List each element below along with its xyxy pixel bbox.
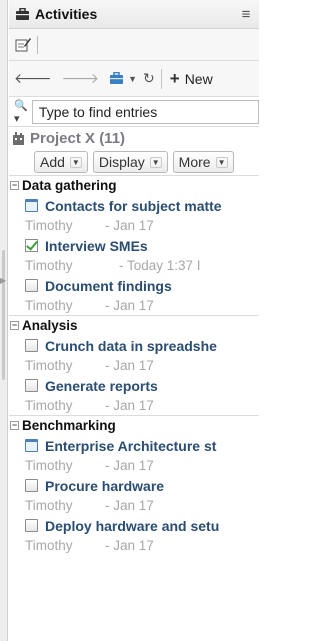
list-item[interactable]: Procure hardware Timothy - Jan 17 xyxy=(9,475,259,515)
search-options-icon[interactable]: 🔍▾ xyxy=(14,99,32,125)
entry-title[interactable]: Document findings xyxy=(45,278,172,294)
panel-resize-handle[interactable]: ▶ xyxy=(0,0,8,641)
list-item[interactable]: Interview SMEs Timothy - Today 1:37 I xyxy=(9,235,259,275)
entry-date: - Jan 17 xyxy=(105,218,154,233)
new-button-label: New xyxy=(184,70,213,87)
panel-title-bar: Activities ≡ xyxy=(9,0,259,29)
checkbox-icon[interactable] xyxy=(25,479,38,492)
list-item[interactable]: Generate reports Timothy - Jan 17 xyxy=(9,375,259,415)
entry-owner: Timothy xyxy=(25,358,73,373)
navigation-toolbar: 🡐 🡒 ▼ ↻ + New xyxy=(9,61,259,97)
completed-check-icon[interactable] xyxy=(25,239,38,252)
entry-owner: Timothy xyxy=(25,458,73,473)
toolbar-separator xyxy=(37,35,38,54)
project-title[interactable]: Project X (11) xyxy=(30,130,125,147)
tool-row xyxy=(9,29,259,61)
checkbox-icon[interactable] xyxy=(25,339,38,352)
collapse-icon[interactable]: − xyxy=(10,421,19,430)
action-buttons: Add ▼ Display ▼ More ▼ xyxy=(9,149,259,175)
entry-owner: Timothy xyxy=(25,538,73,553)
expand-arrow-icon: ▶ xyxy=(0,276,7,285)
meeting-icon xyxy=(25,199,38,212)
chevron-down-icon: ▼ xyxy=(149,156,162,168)
plus-icon: + xyxy=(169,68,180,88)
briefcase-icon xyxy=(16,7,29,20)
refresh-icon[interactable]: ↻ xyxy=(143,70,155,87)
back-arrow-icon[interactable]: 🡐 xyxy=(14,70,52,87)
forward-arrow-icon[interactable]: 🡒 xyxy=(62,70,100,87)
chevron-down-icon[interactable]: ▼ xyxy=(128,74,137,84)
group-header-analysis[interactable]: − Analysis xyxy=(9,315,259,335)
more-button-label: More xyxy=(178,154,211,170)
checkbox-icon[interactable] xyxy=(25,279,38,292)
chevron-down-icon: ▼ xyxy=(215,156,228,168)
hamburger-menu-icon[interactable]: ≡ xyxy=(237,6,255,23)
entry-owner: Timothy xyxy=(25,218,73,233)
entry-owner: Timothy xyxy=(25,258,73,273)
search-row: 🔍▾ xyxy=(9,97,259,127)
list-item[interactable]: Contacts for subject matte Timothy - Jan… xyxy=(9,195,259,235)
entry-date: - Jan 17 xyxy=(105,358,154,373)
resize-grip[interactable] xyxy=(2,250,5,380)
group-label: Benchmarking xyxy=(22,418,116,433)
panel-title: Activities xyxy=(35,6,98,22)
entry-title[interactable]: Deploy hardware and setu xyxy=(45,518,219,534)
add-button-label: Add xyxy=(40,154,65,170)
entry-title[interactable]: Procure hardware xyxy=(45,478,164,494)
checkbox-icon[interactable] xyxy=(25,519,38,532)
entry-date: - Jan 17 xyxy=(105,458,154,473)
entry-date: - Jan 17 xyxy=(105,538,154,553)
list-item[interactable]: Deploy hardware and setu Timothy - Jan 1… xyxy=(9,515,259,555)
add-button[interactable]: Add ▼ xyxy=(34,151,88,173)
collapse-icon[interactable]: − xyxy=(10,321,19,330)
entry-date: - Jan 17 xyxy=(105,398,154,413)
activities-panel: Activities ≡ 🡐 🡒 ▼ ↻ + New 🔍▾ Type to fi… xyxy=(9,0,259,641)
display-button[interactable]: Display ▼ xyxy=(92,151,168,173)
entry-date: - Jan 17 xyxy=(105,498,154,513)
list-item[interactable]: Enterprise Architecture st Timothy - Jan… xyxy=(9,435,259,475)
display-button-label: Display xyxy=(98,154,145,170)
entry-title[interactable]: Interview SMEs xyxy=(45,238,148,254)
entry-title[interactable]: Contacts for subject matte xyxy=(45,198,222,214)
list-item[interactable]: Crunch data in spreadshe Timothy - Jan 1… xyxy=(9,335,259,375)
edit-note-icon[interactable] xyxy=(15,37,31,52)
entry-owner: Timothy xyxy=(25,498,73,513)
entry-title[interactable]: Generate reports xyxy=(45,378,158,394)
collapse-icon[interactable]: − xyxy=(10,181,19,190)
group-header-data-gathering[interactable]: − Data gathering xyxy=(9,175,259,195)
checkbox-icon[interactable] xyxy=(25,379,38,392)
group-header-benchmarking[interactable]: − Benchmarking xyxy=(9,415,259,435)
toolbar-separator xyxy=(160,68,162,89)
entry-date: - Today 1:37 I xyxy=(119,258,201,273)
more-button[interactable]: More ▼ xyxy=(172,151,234,173)
meeting-icon xyxy=(25,439,38,452)
entry-date: - Jan 17 xyxy=(105,298,154,313)
briefcase-filter-icon[interactable] xyxy=(109,72,124,85)
chevron-down-icon: ▼ xyxy=(69,156,82,168)
group-label: Data gathering xyxy=(22,178,117,193)
entry-title[interactable]: Crunch data in spreadshe xyxy=(45,338,217,354)
project-header[interactable]: Project X (11) xyxy=(9,127,259,149)
search-input[interactable] xyxy=(31,99,259,124)
entry-owner: Timothy xyxy=(25,298,73,313)
entry-title[interactable]: Enterprise Architecture st xyxy=(45,438,216,454)
group-label: Analysis xyxy=(22,318,78,333)
entry-owner: Timothy xyxy=(25,398,73,413)
new-button[interactable]: + New xyxy=(170,69,213,89)
list-item[interactable]: Document findings Timothy - Jan 17 xyxy=(9,275,259,315)
building-icon xyxy=(13,132,24,145)
